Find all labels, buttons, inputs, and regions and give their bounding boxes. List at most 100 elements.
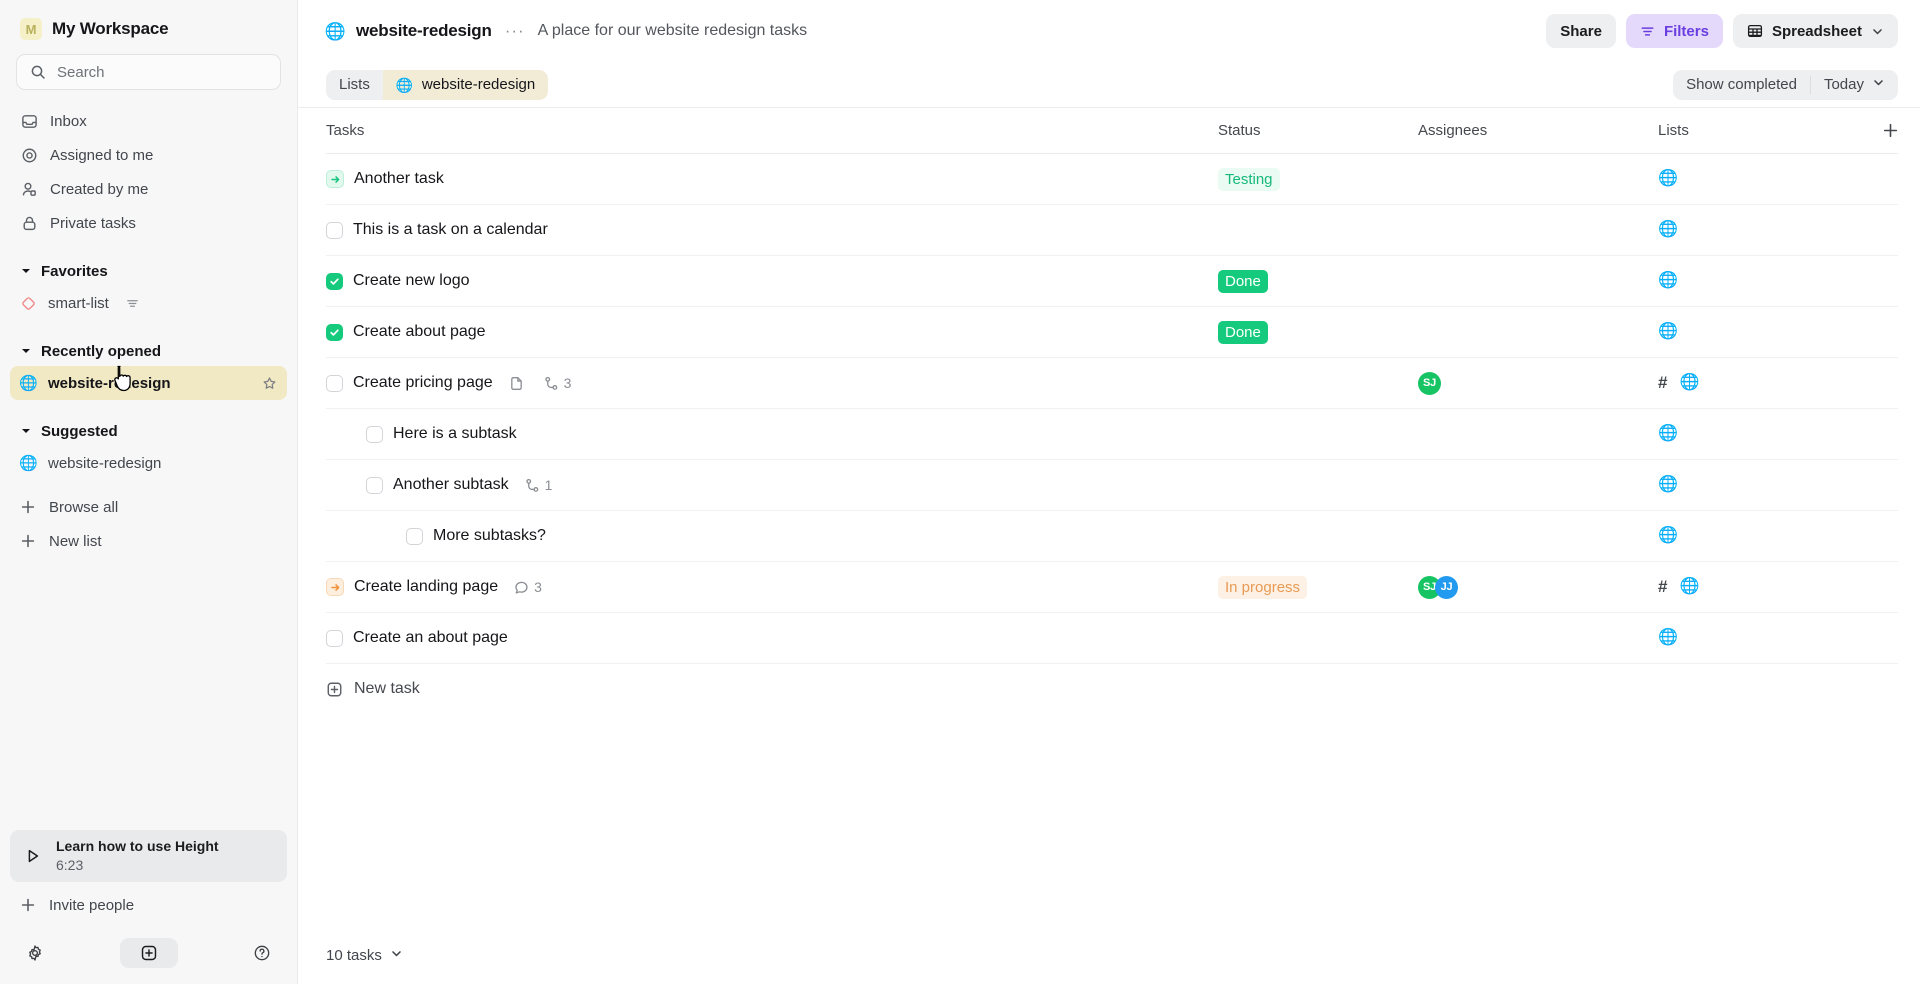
task-cell[interactable]: Another task (326, 170, 1218, 188)
task-status-arrow-orange-icon[interactable] (326, 578, 344, 596)
globe-icon[interactable]: 🌐 (1658, 426, 1678, 442)
table-row[interactable]: Create about page Done 🌐 (326, 307, 1898, 358)
task-checkbox[interactable] (366, 476, 383, 494)
breadcrumb-current[interactable]: 🌐 website-redesign (382, 69, 549, 100)
assignees-cell[interactable]: SJ JJ (1418, 575, 1658, 599)
lists-cell[interactable]: 🌐 (1658, 528, 1868, 544)
learn-how-to-use-height-card[interactable]: Learn how to use Height 6:23 (10, 830, 287, 882)
lists-cell[interactable]: 🌐 (1658, 222, 1868, 238)
new-task-button[interactable]: New task (326, 664, 1898, 714)
hash-icon[interactable]: # (1658, 577, 1667, 597)
avatar[interactable]: SJ (1418, 371, 1441, 395)
task-cell[interactable]: Another subtask 1 (326, 476, 1218, 494)
lists-cell[interactable]: # 🌐 (1658, 577, 1868, 597)
table-row[interactable]: Create pricing page 3 SJ # 🌐 (326, 358, 1898, 409)
task-meta[interactable]: 3 (514, 579, 542, 595)
browse-all-button[interactable]: Browse all (10, 490, 287, 524)
view-switcher-button[interactable]: Spreadsheet (1732, 14, 1898, 48)
task-cell[interactable]: Create an about page (326, 629, 1218, 647)
tasks-count-button[interactable]: 10 tasks (326, 947, 403, 964)
workspace-header[interactable]: M My Workspace (0, 0, 297, 50)
status-badge[interactable]: Testing (1218, 167, 1280, 191)
task-cell[interactable]: Create pricing page 3 (326, 374, 1218, 392)
hash-icon[interactable]: # (1658, 373, 1667, 393)
task-meta[interactable] (509, 376, 524, 391)
status-cell[interactable]: Testing (1218, 167, 1418, 191)
globe-icon[interactable]: 🌐 (1658, 630, 1678, 646)
globe-icon[interactable]: 🌐 (1658, 273, 1678, 289)
search-input[interactable] (57, 63, 268, 81)
lists-cell[interactable]: 🌐 (1658, 477, 1868, 493)
assignees-cell[interactable]: SJ (1418, 371, 1658, 395)
task-cell[interactable]: Create about page (326, 323, 1218, 341)
task-meta[interactable]: 1 (525, 477, 552, 493)
new-list-button[interactable]: New list (10, 524, 287, 558)
add-button[interactable] (119, 938, 178, 968)
avatar[interactable]: JJ (1435, 575, 1458, 599)
gear-icon[interactable] (26, 944, 44, 962)
more-options-icon[interactable]: ··· (503, 21, 527, 41)
sidebar-item-created-by-me[interactable]: Created by me (10, 172, 287, 206)
column-header-lists[interactable]: Lists (1658, 122, 1868, 139)
table-row[interactable]: Create landing page 3 In progress SJ JJ # 🌐 (326, 562, 1898, 613)
status-badge[interactable]: Done (1218, 320, 1268, 344)
task-cell[interactable]: Here is a subtask (326, 425, 1218, 443)
search-box[interactable] (16, 54, 281, 90)
task-checkbox[interactable] (406, 527, 423, 545)
date-range-button[interactable]: Today (1811, 70, 1898, 100)
add-column-button[interactable] (1868, 123, 1898, 138)
breadcrumb-lists[interactable]: Lists (326, 69, 383, 100)
sidebar-item-suggested-website-redesign[interactable]: 🌐 website-redesign (10, 446, 287, 480)
lists-cell[interactable]: 🌐 (1658, 630, 1868, 646)
status-badge[interactable]: Done (1218, 269, 1268, 293)
status-badge[interactable]: In progress (1218, 575, 1308, 599)
task-meta[interactable]: 3 (544, 375, 571, 391)
column-header-assignees[interactable]: Assignees (1418, 122, 1658, 139)
table-row[interactable]: Here is a subtask 🌐 (326, 409, 1898, 460)
recently-opened-header[interactable]: Recently opened (10, 336, 287, 366)
task-cell[interactable]: This is a task on a calendar (326, 221, 1218, 239)
status-cell[interactable]: Done (1218, 320, 1418, 344)
sidebar-item-private-tasks[interactable]: Private tasks (10, 206, 287, 240)
globe-icon[interactable]: 🌐 (1658, 324, 1678, 340)
table-row[interactable]: More subtasks? 🌐 (326, 511, 1898, 562)
globe-icon[interactable]: 🌐 (1658, 528, 1678, 544)
lists-cell[interactable]: 🌐 (1658, 273, 1868, 289)
favorites-header[interactable]: Favorites (10, 256, 287, 286)
show-completed-button[interactable]: Show completed (1673, 70, 1810, 100)
globe-icon[interactable]: 🌐 (1658, 222, 1678, 238)
table-row[interactable]: Create an about page 🌐 (326, 613, 1898, 664)
column-header-tasks[interactable]: Tasks (326, 122, 1218, 139)
task-checkbox-checked[interactable] (326, 272, 343, 290)
globe-icon[interactable]: 🌐 (1658, 477, 1678, 493)
task-cell[interactable]: Create landing page 3 (326, 578, 1218, 596)
assignee-avatars[interactable]: SJ JJ (1418, 575, 1658, 599)
task-checkbox[interactable] (326, 629, 343, 647)
sidebar-item-smart-list[interactable]: smart-list (10, 286, 287, 320)
globe-icon[interactable]: 🌐 (1658, 171, 1678, 187)
sidebar-item-assigned-to-me[interactable]: Assigned to me (10, 138, 287, 172)
invite-people-button[interactable]: Invite people (10, 888, 287, 922)
task-cell[interactable]: Create new logo (326, 272, 1218, 290)
task-status-arrow-green-icon[interactable] (326, 170, 344, 188)
lists-cell[interactable]: # 🌐 (1658, 373, 1868, 393)
assignee-avatars[interactable]: SJ (1418, 371, 1658, 395)
status-cell[interactable]: Done (1218, 269, 1418, 293)
suggested-header[interactable]: Suggested (10, 416, 287, 446)
task-checkbox[interactable] (326, 221, 343, 239)
task-checkbox[interactable] (326, 374, 343, 392)
filters-button[interactable]: Filters (1625, 14, 1723, 48)
lists-cell[interactable]: 🌐 (1658, 426, 1868, 442)
lists-cell[interactable]: 🌐 (1658, 324, 1868, 340)
table-row[interactable]: This is a task on a calendar 🌐 (326, 205, 1898, 256)
status-cell[interactable]: In progress (1218, 575, 1418, 599)
help-icon[interactable] (253, 944, 271, 962)
table-row[interactable]: Another task Testing 🌐 (326, 154, 1898, 205)
column-header-status[interactable]: Status (1218, 122, 1418, 139)
star-icon[interactable] (262, 376, 277, 391)
share-button[interactable]: Share (1546, 14, 1616, 48)
sidebar-item-inbox[interactable]: Inbox (10, 104, 287, 138)
globe-icon[interactable]: 🌐 (1679, 375, 1699, 391)
table-row[interactable]: Another subtask 1 🌐 (326, 460, 1898, 511)
globe-icon[interactable]: 🌐 (1679, 579, 1699, 595)
